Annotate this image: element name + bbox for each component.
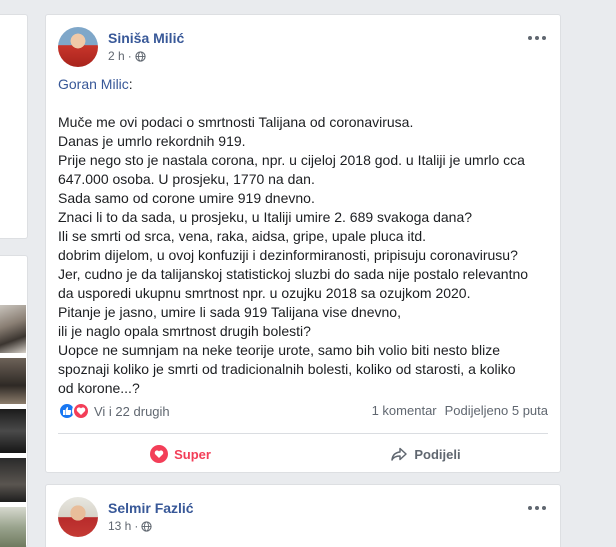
post-body: Goran Milic: Muče me ovi podaci o smrtno… bbox=[58, 75, 550, 398]
heart-icon bbox=[150, 445, 169, 463]
share-button-label: Podijeli bbox=[414, 446, 461, 462]
post-actions: Super Podijeli bbox=[58, 439, 548, 469]
post-meta: 13 h · bbox=[108, 519, 152, 533]
post-meta: 2 h · bbox=[108, 49, 146, 63]
separator-dot: · bbox=[127, 49, 132, 63]
photo-thumbnail[interactable] bbox=[0, 409, 26, 453]
post-card: Selmir Fazlić 13 h · bbox=[45, 484, 561, 547]
quote-suffix: : bbox=[128, 76, 133, 92]
love-reaction-icon bbox=[72, 402, 90, 420]
post-header: Selmir Fazlić 13 h · bbox=[58, 497, 548, 537]
share-icon bbox=[391, 447, 408, 461]
shares-count[interactable]: Podijeljeno 5 puta bbox=[445, 403, 548, 418]
photo-thumbnail[interactable] bbox=[0, 507, 26, 547]
post-header: Siniša Milić 2 h · bbox=[58, 27, 548, 67]
post-text-line: dobrim dijelom, u ovoj konfuziji i dezin… bbox=[58, 247, 518, 263]
photo-thumbnail[interactable] bbox=[0, 458, 26, 502]
photo-thumbnail[interactable] bbox=[0, 358, 26, 404]
post-text-line: Znaci li to da sada, u prosjeku, u Itali… bbox=[58, 209, 473, 225]
react-button[interactable]: Super bbox=[58, 439, 303, 469]
post-stats: Vi i 22 drugih 1 komentar Podijeljeno 5 … bbox=[58, 402, 548, 422]
author-name[interactable]: Selmir Fazlić bbox=[108, 500, 194, 516]
left-column bbox=[0, 0, 28, 547]
photo-thumbnail[interactable] bbox=[0, 305, 26, 353]
quoted-author-link[interactable]: Goran Milic bbox=[58, 76, 129, 92]
post-text-line: da usporedi ukupnu smrtnost npr. u ozujk… bbox=[58, 285, 471, 301]
post-text-line: Danas je umrlo rekordnih 919. bbox=[58, 133, 246, 149]
post-text-line: od korone...? bbox=[58, 380, 140, 396]
more-options-icon[interactable] bbox=[528, 503, 546, 513]
share-button[interactable]: Podijeli bbox=[303, 439, 548, 469]
post-text-line: ili je naglo opala smrtnost drugih boles… bbox=[58, 323, 311, 339]
post-text-line: Ili se smrti od srca, vena, raka, aidsa,… bbox=[58, 228, 427, 244]
post-time[interactable]: 2 h bbox=[108, 49, 125, 63]
left-card bbox=[0, 14, 28, 239]
post-text-line: Prije nego sto je nastala corona, npr. u… bbox=[58, 152, 525, 168]
post-text-line: Jer, cudno je da talijanskoj statisticko… bbox=[58, 266, 529, 282]
globe-icon[interactable] bbox=[135, 50, 146, 62]
post-text-line: Pitanje je jasno, umire li sada 919 Tali… bbox=[58, 304, 401, 320]
author-name[interactable]: Siniša Milić bbox=[108, 30, 184, 46]
more-options-icon[interactable] bbox=[528, 33, 546, 43]
divider bbox=[58, 433, 548, 434]
globe-icon[interactable] bbox=[141, 520, 152, 532]
post-text-line: Muče me ovi podaci o smrtnosti Talijana … bbox=[58, 114, 414, 130]
avatar[interactable] bbox=[58, 27, 98, 67]
reactions-count[interactable]: Vi i 22 drugih bbox=[94, 404, 170, 419]
quote-line: Goran Milic: bbox=[58, 75, 550, 94]
post-text-line: spoznaji koliko je smrti od tradicionaln… bbox=[58, 361, 516, 377]
post-text-line: Sada samo od corone umire 919 dnevno. bbox=[58, 190, 315, 206]
post-card: Siniša Milić 2 h · Goran Milic: Muče me … bbox=[45, 14, 561, 473]
post-time[interactable]: 13 h bbox=[108, 519, 131, 533]
separator-dot: · bbox=[134, 519, 139, 533]
engagement-counts: 1 komentar Podijeljeno 5 puta bbox=[372, 403, 548, 418]
post-text-line: 647.000 osoba. U prosjeku, 1770 na dan. bbox=[58, 171, 315, 187]
reactions-summary[interactable]: Vi i 22 drugih bbox=[58, 402, 170, 420]
avatar[interactable] bbox=[58, 497, 98, 537]
post-text-line: Uopce ne sumnjam na neke teorije urote, … bbox=[58, 342, 501, 358]
comments-count[interactable]: 1 komentar bbox=[372, 403, 437, 418]
react-button-label: Super bbox=[174, 446, 211, 462]
